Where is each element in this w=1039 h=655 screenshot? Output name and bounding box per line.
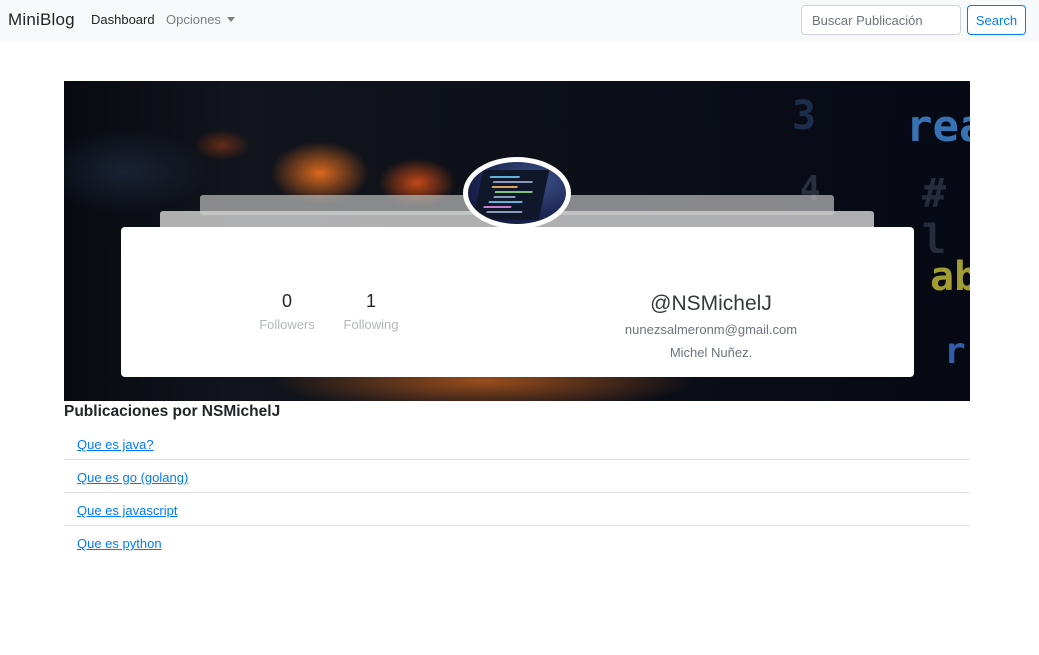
list-item: Que es javascript — [64, 493, 970, 526]
profile-email: nunezsalmeronm@gmail.com — [624, 322, 798, 337]
list-item: Que es java? — [64, 427, 970, 460]
navbar: MiniBlog Dashboard Opciones Search — [0, 0, 1039, 41]
list-item: Que es python — [64, 526, 970, 559]
banner-decor: 3 — [792, 93, 817, 139]
nav-options-dropdown[interactable]: Opciones — [166, 12, 235, 27]
profile-name: Michel Nuñez. — [669, 345, 753, 360]
post-link[interactable]: Que es java? — [77, 437, 154, 452]
banner-decor: rea — [906, 101, 970, 152]
profile-card: 0 Followers 1 Following @NSMichelJ nunez… — [121, 227, 914, 377]
post-link[interactable]: Que es javascript — [77, 503, 177, 518]
following-count: 1 — [365, 291, 376, 311]
avatar — [463, 157, 571, 229]
post-link[interactable]: Que es go (golang) — [77, 470, 188, 485]
profile-handle: @NSMichelJ — [650, 292, 772, 315]
post-link[interactable]: Que es python — [77, 536, 162, 551]
brand-logo[interactable]: MiniBlog — [8, 10, 75, 30]
followers-stat[interactable]: 0 Followers — [242, 291, 332, 332]
profile-banner: 3 rea 4 # l ab r 0 Followers 1 Following… — [64, 81, 970, 401]
followers-count: 0 — [281, 291, 292, 311]
banner-decor: r — [944, 331, 966, 372]
caret-down-icon — [226, 17, 235, 23]
banner-decor: ab — [930, 254, 970, 300]
avatar-image — [472, 170, 550, 220]
posts-list: Que es java? Que es go (golang) Que es j… — [64, 427, 970, 559]
nav-options-label: Opciones — [166, 12, 221, 27]
banner-decor: # l — [922, 171, 947, 263]
following-label: Following — [343, 317, 399, 332]
list-item: Que es go (golang) — [64, 460, 970, 493]
posts-heading: Publicaciones por NSMichelJ — [64, 403, 281, 420]
followers-label: Followers — [259, 317, 315, 332]
following-stat[interactable]: 1 Following — [326, 291, 416, 332]
search-button[interactable]: Search — [967, 5, 1026, 35]
nav-dashboard[interactable]: Dashboard — [91, 12, 155, 27]
search-input[interactable] — [801, 5, 961, 35]
